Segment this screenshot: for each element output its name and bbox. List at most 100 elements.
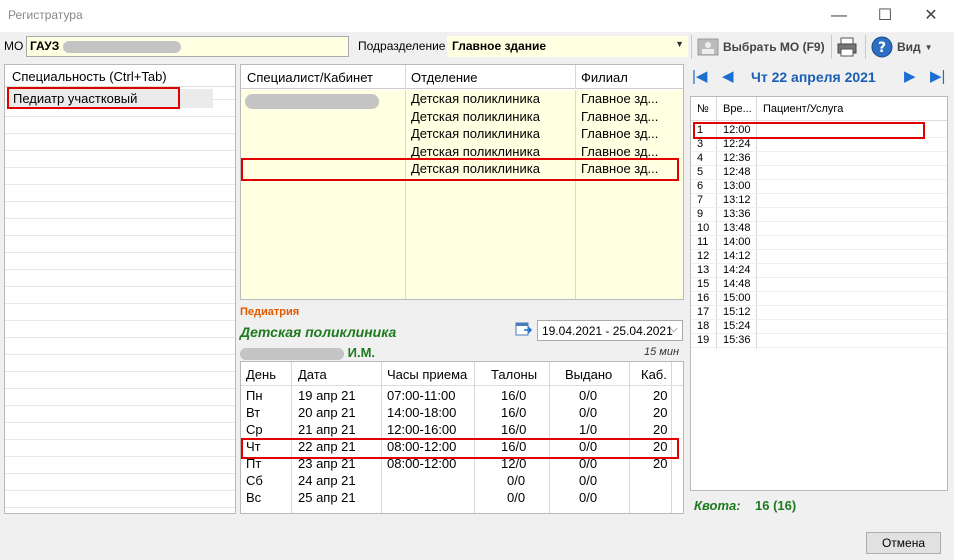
select-mo-button[interactable]: Выбрать МО (F9) bbox=[697, 34, 825, 60]
cell-issued: 1/0 bbox=[579, 422, 598, 437]
highlight-box bbox=[693, 122, 925, 139]
highlight-box bbox=[241, 438, 679, 459]
date-range-picker[interactable]: 19.04.2021 - 25.04.2021 ⌵ bbox=[537, 320, 683, 341]
slot-row[interactable]: 13 14:24 bbox=[691, 264, 947, 278]
col-branch[interactable]: Филиал bbox=[581, 70, 628, 85]
cell-day: Ср bbox=[246, 422, 263, 437]
last-page-icon[interactable]: ▶| bbox=[930, 67, 945, 85]
table-row[interactable]: Сб 24 апр 21 0/0 0/0 bbox=[241, 473, 683, 490]
col-day[interactable]: День bbox=[246, 367, 276, 382]
cell-issued: 0/0 bbox=[579, 388, 598, 403]
slot-time: 15:36 bbox=[723, 334, 751, 346]
table-row[interactable]: Вт 20 апр 21 14:00-18:00 16/0 0/0 20 bbox=[241, 405, 683, 422]
highlight-box bbox=[241, 158, 679, 181]
view-button[interactable]: ? Вид ▼ bbox=[871, 34, 933, 60]
row-department: Детская поликлиника bbox=[411, 108, 540, 124]
slot-grid[interactable]: № Вре... Пациент/Услуга 1 12:00 3 12:24 4 12:… bbox=[690, 96, 948, 491]
slot-row[interactable]: 10 13:48 bbox=[691, 222, 947, 236]
col-room[interactable]: Каб. bbox=[641, 367, 667, 382]
toolbar-separator bbox=[691, 35, 692, 59]
slot-row[interactable]: 16 15:00 bbox=[691, 292, 947, 306]
col-time[interactable]: Вре... bbox=[723, 103, 752, 115]
subdivision-label: Подразделение bbox=[358, 39, 446, 53]
col-number[interactable]: № bbox=[697, 103, 709, 115]
slot-row[interactable]: 19 15:36 bbox=[691, 334, 947, 348]
close-button[interactable]: ✕ bbox=[908, 2, 954, 30]
next-icon[interactable]: ▶ bbox=[904, 67, 916, 85]
cancel-button[interactable]: Отмена bbox=[866, 532, 941, 554]
cell-date: 20 апр 21 bbox=[298, 405, 356, 420]
table-row[interactable]: Ср 21 апр 21 12:00-16:00 16/0 1/0 20 bbox=[241, 422, 683, 439]
slot-number: 3 bbox=[697, 138, 704, 150]
slot-row[interactable]: 17 15:12 bbox=[691, 306, 947, 320]
slot-row[interactable]: 7 13:12 bbox=[691, 194, 947, 208]
slot-row[interactable]: 4 12:36 bbox=[691, 152, 947, 166]
col-issued[interactable]: Выдано bbox=[565, 367, 612, 382]
cell-room: 20 bbox=[653, 422, 668, 437]
subdivision-select[interactable]: Главное здание ▼ bbox=[447, 36, 688, 57]
slot-row[interactable]: 3 12:24 bbox=[691, 138, 947, 152]
calendar-arrow-icon[interactable] bbox=[515, 322, 533, 341]
slot-number: 5 bbox=[697, 166, 704, 178]
schedule-table[interactable]: День Дата Часы приема Талоны Выдано Каб.… bbox=[240, 361, 684, 514]
calendar-nav: |◀ ◀ Чт 22 апреля 2021 ▶ ▶| bbox=[688, 64, 954, 90]
slot-row[interactable]: 9 13:36 bbox=[691, 208, 947, 222]
cell-hours: 12:00-16:00 bbox=[387, 422, 457, 437]
specialist-grid[interactable]: Специалист/Кабинет Отделение Филиал Детс… bbox=[240, 64, 684, 300]
specialty-header: Специальность (Ctrl+Tab) bbox=[5, 65, 235, 87]
slot-row[interactable]: 12 14:12 bbox=[691, 250, 947, 264]
slot-row[interactable]: 11 14:00 bbox=[691, 236, 947, 250]
cell-day: Сб bbox=[246, 473, 263, 488]
cell-day: Пн bbox=[246, 388, 263, 403]
table-row[interactable]: Вс 25 апр 21 0/0 0/0 bbox=[241, 490, 683, 507]
slot-number: 4 bbox=[697, 152, 704, 164]
slot-time: 13:36 bbox=[723, 208, 751, 220]
col-specialist[interactable]: Специалист/Кабинет bbox=[247, 70, 373, 85]
slot-number: 16 bbox=[697, 292, 710, 304]
slot-number: 18 bbox=[697, 320, 710, 332]
specialist-grid-header: Специалист/Кабинет Отделение Филиал bbox=[241, 65, 683, 89]
slot-number: 17 bbox=[697, 306, 710, 318]
mo-field[interactable]: ГАУЗ bbox=[26, 36, 349, 57]
slot-row[interactable]: 5 12:48 bbox=[691, 166, 947, 180]
row-department: Детская поликлиника bbox=[411, 91, 540, 106]
table-row[interactable]: Детская поликлиника Главное зд... bbox=[241, 109, 683, 127]
select-mo-label: Выбрать МО (F9) bbox=[723, 40, 825, 54]
slot-number: 12 bbox=[697, 250, 710, 262]
first-page-icon[interactable]: |◀ bbox=[692, 67, 707, 85]
maximize-button[interactable]: ☐ bbox=[862, 2, 908, 30]
slot-number: 9 bbox=[697, 208, 704, 220]
cell-tickets: 0/0 bbox=[507, 490, 526, 505]
row-department: Детская поликлиника bbox=[411, 126, 540, 141]
slot-time: 14:12 bbox=[723, 250, 751, 262]
table-row[interactable]: Пн 19 апр 21 07:00-11:00 16/0 0/0 20 bbox=[241, 388, 683, 405]
slot-row[interactable]: 15 14:48 bbox=[691, 278, 947, 292]
slot-row[interactable]: 6 13:00 bbox=[691, 180, 947, 194]
row-branch: Главное зд... bbox=[581, 126, 659, 141]
slot-number: 10 bbox=[697, 222, 710, 234]
slot-time: 12:48 bbox=[723, 166, 751, 178]
chevron-down-icon: ⌵ bbox=[669, 323, 678, 335]
redacted-text bbox=[62, 40, 181, 53]
specialty-list[interactable]: Специальность (Ctrl+Tab) Педиатр участко… bbox=[4, 64, 236, 514]
image-icon bbox=[697, 38, 719, 56]
col-patient[interactable]: Пациент/Услуга bbox=[763, 103, 843, 115]
calendar-date: Чт 22 апреля 2021 bbox=[751, 69, 876, 85]
column-divider bbox=[575, 65, 576, 89]
col-hours[interactable]: Часы приема bbox=[387, 367, 467, 382]
minimize-button[interactable]: — bbox=[816, 2, 862, 30]
print-button[interactable] bbox=[836, 34, 858, 60]
slot-number: 7 bbox=[697, 194, 704, 206]
table-row[interactable]: Детская поликлиника Главное зд... bbox=[241, 126, 683, 144]
slot-row[interactable]: 18 15:24 bbox=[691, 320, 947, 334]
schedule-header: День Дата Часы приема Талоны Выдано Каб. bbox=[241, 362, 683, 386]
prev-icon[interactable]: ◀ bbox=[722, 67, 734, 85]
mo-label: МО bbox=[4, 39, 24, 53]
quota-value: 16 (16) bbox=[755, 498, 797, 513]
col-date[interactable]: Дата bbox=[298, 367, 327, 382]
col-department[interactable]: Отделение bbox=[411, 70, 478, 85]
col-tickets[interactable]: Талоны bbox=[491, 367, 537, 382]
cell-room: 20 bbox=[653, 405, 668, 420]
slot-number: 6 bbox=[697, 180, 704, 192]
table-row[interactable]: Детская поликлиника Главное зд... bbox=[241, 91, 683, 109]
